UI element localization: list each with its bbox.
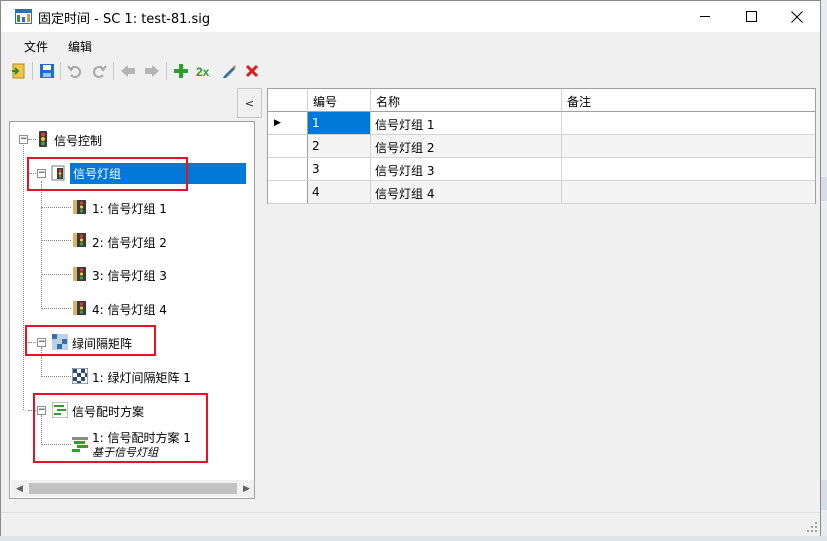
minimize-button[interactable] <box>682 1 728 32</box>
tree-view: − 信号控制 − 信号灯组 1: 信号灯组 1 2: 信号灯组 2 3: 信号灯… <box>9 121 255 499</box>
background-strip <box>821 0 827 541</box>
tree-item-signal-group-1[interactable]: 1: 信号灯组 1 <box>92 200 167 217</box>
table-row[interactable]: ▶ 1 信号灯组 1 <box>268 112 815 135</box>
cell-id[interactable]: 4 <box>308 181 371 204</box>
cell-id[interactable]: 3 <box>308 158 371 181</box>
close-icon <box>791 10 803 23</box>
grid-corner-header <box>268 89 308 112</box>
background-bottom <box>0 536 827 541</box>
add-button[interactable] <box>171 61 191 81</box>
redo-icon <box>93 65 107 78</box>
undo-icon <box>67 65 81 78</box>
duplicate-label: 2x <box>196 65 210 79</box>
cell-id[interactable]: 2 <box>308 135 371 158</box>
window-title: 固定时间 - SC 1: test-81.sig <box>38 12 211 27</box>
traffic-light-icon <box>39 131 47 147</box>
maximize-icon <box>745 11 757 22</box>
exit-button[interactable] <box>9 61 29 81</box>
tree-horizontal-scrollbar[interactable]: ◀ ▶ <box>11 480 254 497</box>
tree-item-signal-group-4[interactable]: 4: 信号灯组 4 <box>92 301 167 318</box>
minimize-icon <box>699 16 710 17</box>
signal-group-icon <box>73 233 86 247</box>
duplicate-icon: 2x <box>196 65 210 79</box>
back-button[interactable] <box>118 61 138 81</box>
main-window: 固定时间 - SC 1: test-81.sig 文件 编辑 2x < − 信号… <box>0 0 821 536</box>
resize-grip-icon[interactable] <box>806 521 818 533</box>
menu-edit[interactable]: 编辑 <box>68 38 92 55</box>
column-header-id[interactable]: 编号 <box>308 89 371 112</box>
back-icon <box>121 65 135 77</box>
left-panel: < − 信号控制 − 信号灯组 1: 信号灯组 1 2: 信号灯组 2 3: 信… <box>9 87 262 499</box>
row-header <box>268 158 308 181</box>
cell-id[interactable]: 1 <box>308 112 371 135</box>
scroll-right-icon[interactable]: ▶ <box>238 480 254 497</box>
tree-item-signal-group-2[interactable]: 2: 信号灯组 2 <box>92 234 167 251</box>
signal-group-icon <box>73 267 86 281</box>
highlight-box <box>27 157 188 191</box>
maximize-button[interactable] <box>728 1 774 32</box>
matrix-icon <box>72 368 88 384</box>
cell-name[interactable]: 信号灯组 1 <box>371 112 562 135</box>
cell-note[interactable] <box>562 112 815 135</box>
row-header <box>268 181 308 204</box>
close-button[interactable] <box>774 1 820 32</box>
duplicate-button[interactable]: 2x <box>195 61 215 81</box>
table-row[interactable]: 2 信号灯组 2 <box>268 135 815 158</box>
menu-file[interactable]: 文件 <box>24 38 48 55</box>
table-row[interactable]: 3 信号灯组 3 <box>268 158 815 181</box>
row-pointer-icon: ▶ <box>268 112 308 135</box>
data-grid: 编号 名称 备注 ▶ 1 信号灯组 1 2 信号灯组 2 3 信号灯组 3 4 … <box>267 88 816 204</box>
exit-icon <box>12 63 25 79</box>
signal-group-icon <box>73 301 86 315</box>
status-bar <box>1 512 820 536</box>
highlight-box <box>33 393 208 463</box>
add-icon <box>174 64 188 78</box>
tree-toggle-root[interactable]: − <box>19 135 28 144</box>
cell-note[interactable] <box>562 181 815 204</box>
toolbar: 2x <box>1 58 820 85</box>
edit-icon <box>223 65 236 78</box>
signal-group-icon <box>73 200 86 214</box>
tree-item-signal-group-3[interactable]: 3: 信号灯组 3 <box>92 267 167 284</box>
delete-button[interactable] <box>242 61 262 81</box>
app-icon <box>15 9 32 24</box>
forward-button[interactable] <box>142 61 162 81</box>
scroll-thumb[interactable] <box>29 483 237 494</box>
menu-bar: 文件 编辑 <box>1 32 820 58</box>
row-header <box>268 135 308 158</box>
cell-name[interactable]: 信号灯组 2 <box>371 135 562 158</box>
tree-root-label[interactable]: 信号控制 <box>54 132 102 149</box>
tree-item-intergreen-1[interactable]: 1: 绿灯间隔矩阵 1 <box>92 369 191 386</box>
collapse-panel-button[interactable]: < <box>237 88 262 118</box>
save-button[interactable] <box>37 61 57 81</box>
edit-button[interactable] <box>219 61 239 81</box>
cell-name[interactable]: 信号灯组 3 <box>371 158 562 181</box>
column-header-note[interactable]: 备注 <box>562 89 815 112</box>
cell-name[interactable]: 信号灯组 4 <box>371 181 562 204</box>
column-header-name[interactable]: 名称 <box>371 89 562 112</box>
cell-note[interactable] <box>562 158 815 181</box>
forward-icon <box>145 65 159 77</box>
highlight-box <box>25 325 156 356</box>
cell-note[interactable] <box>562 135 815 158</box>
redo-button[interactable] <box>89 61 109 81</box>
undo-button[interactable] <box>65 61 85 81</box>
table-row[interactable]: 4 信号灯组 4 <box>268 181 815 204</box>
scroll-left-icon[interactable]: ◀ <box>11 480 28 497</box>
title-bar: 固定时间 - SC 1: test-81.sig <box>1 1 820 32</box>
delete-icon <box>245 64 259 78</box>
save-icon <box>40 64 54 78</box>
